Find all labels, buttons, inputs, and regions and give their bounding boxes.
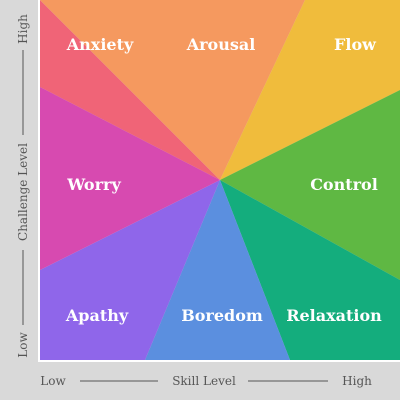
label-apathy: Apathy <box>65 306 129 325</box>
x-axis-low: Low <box>40 374 66 388</box>
y-axis-high: High <box>16 14 30 44</box>
label-relaxation: Relaxation <box>286 306 382 325</box>
label-boredom: Boredom <box>181 306 263 325</box>
y-axis: Low Challenge Level High <box>16 14 30 358</box>
label-flow: Flow <box>334 35 377 54</box>
label-worry: Worry <box>66 175 121 194</box>
x-axis-title: Skill Level <box>172 374 236 388</box>
label-control: Control <box>310 175 378 194</box>
y-axis-low: Low <box>16 332 30 358</box>
x-axis: Low Skill Level High <box>40 374 372 388</box>
x-axis-high: High <box>342 374 372 388</box>
label-anxiety: Anxiety <box>66 35 134 54</box>
y-axis-title: Challenge Level <box>16 143 30 241</box>
flow-model-diagram: Anxiety Arousal Flow Control Relaxation … <box>16 0 400 388</box>
label-arousal: Arousal <box>186 35 256 54</box>
